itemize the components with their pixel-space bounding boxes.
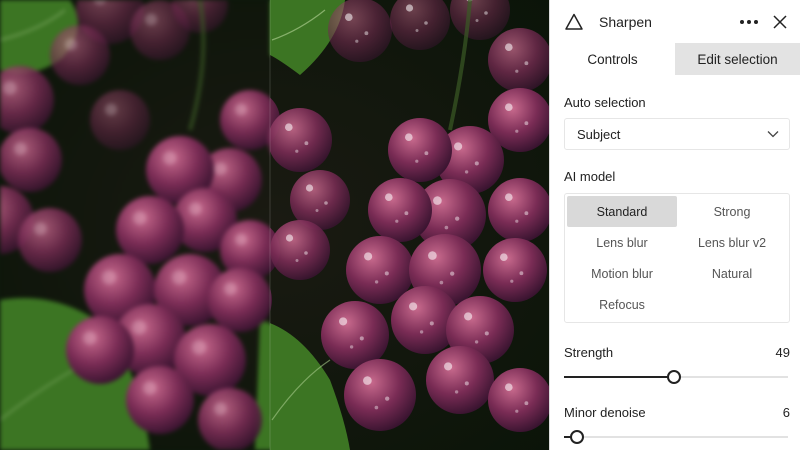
minor-denoise-label: Minor denoise [564, 405, 646, 420]
triangle-icon [564, 12, 584, 32]
strength-value[interactable]: 49 [776, 345, 790, 360]
close-icon[interactable] [772, 14, 788, 30]
after-preview [270, 0, 549, 450]
panel-title: Sharpen [599, 13, 652, 30]
auto-selection-label: Auto selection [564, 95, 646, 110]
comparison-divider[interactable] [269, 0, 271, 450]
ai-model-option-motion-blur[interactable]: Motion blur [567, 258, 677, 289]
minor-denoise-slider[interactable] [564, 430, 788, 444]
sharpen-panel: Sharpen Controls Edit selection Auto sel… [549, 0, 800, 450]
strength-slider-fill [564, 376, 674, 378]
ai-model-option-natural[interactable]: Natural [677, 258, 787, 289]
auto-selection-value: Subject [577, 126, 621, 142]
ai-model-option-refocus[interactable]: Refocus [567, 289, 677, 320]
ai-model-option-standard[interactable]: Standard [567, 196, 677, 227]
grapes-image-after [270, 0, 549, 450]
panel-header: Sharpen [550, 0, 800, 43]
strength-row: Strength 49 [550, 345, 800, 360]
auto-selection-dropdown[interactable]: Subject [564, 118, 790, 150]
ai-model-option-strong[interactable]: Strong [677, 196, 787, 227]
minor-denoise-slider-handle[interactable] [570, 430, 585, 444]
ai-model-option-lens-blur[interactable]: Lens blur [567, 227, 677, 258]
tab-controls[interactable]: Controls [550, 43, 675, 75]
ai-model-label: AI model [564, 169, 616, 184]
panel-tabs: Controls Edit selection [550, 43, 800, 75]
grapes-image-before [0, 0, 270, 450]
more-horizontal-icon[interactable] [738, 12, 760, 32]
strength-slider-handle[interactable] [666, 370, 681, 384]
strength-slider[interactable] [564, 370, 788, 384]
chevron-down-icon [767, 125, 779, 143]
before-preview [0, 0, 270, 450]
minor-denoise-slider-rail [564, 436, 788, 438]
minor-denoise-value[interactable]: 6 [783, 405, 790, 420]
ai-model-option-lens-blur-v2[interactable]: Lens blur v2 [677, 227, 787, 258]
ai-model-options: Standard Strong Lens blur Lens blur v2 M… [564, 193, 790, 323]
tab-edit-selection[interactable]: Edit selection [675, 43, 800, 75]
image-preview[interactable] [0, 0, 549, 450]
strength-label: Strength [564, 345, 614, 360]
minor-denoise-row: Minor denoise 6 [550, 405, 800, 420]
